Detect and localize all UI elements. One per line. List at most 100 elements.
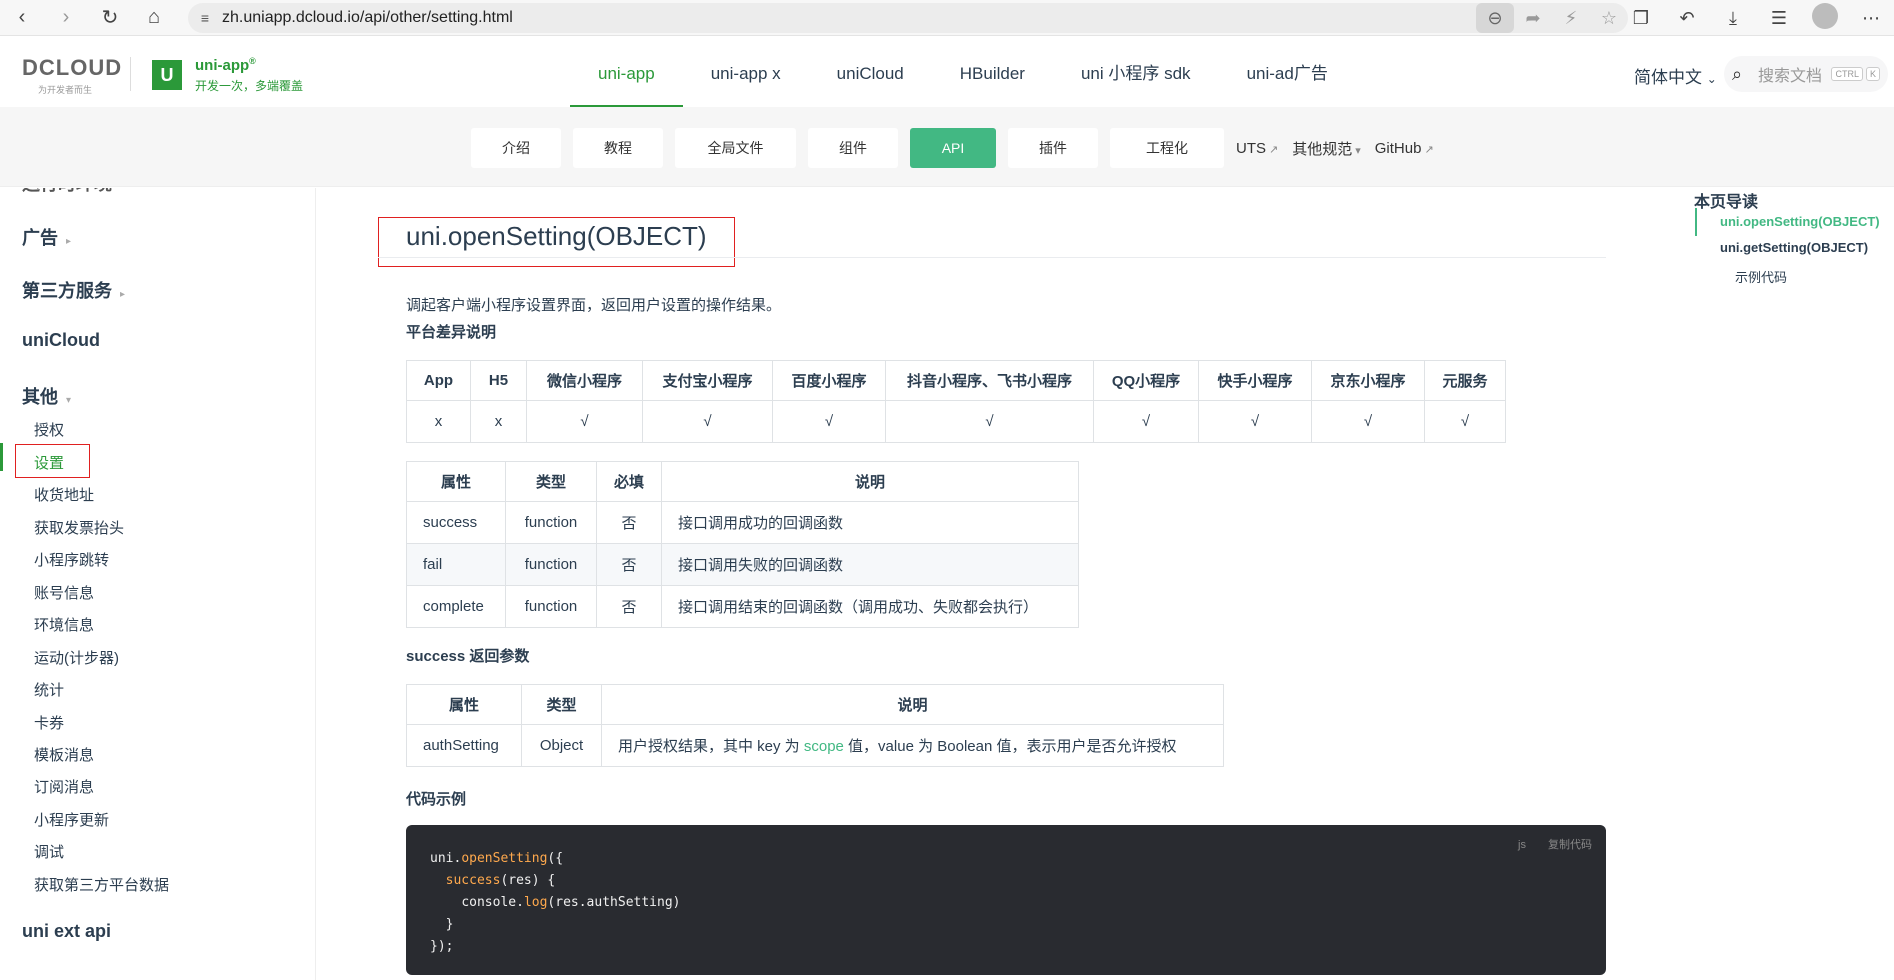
tab-api[interactable]: API xyxy=(910,128,996,168)
dcloud-logo-text: DCLOUD xyxy=(22,55,123,80)
code-token: }); xyxy=(430,939,454,954)
sidebar-group-third-party[interactable]: 第三方服务 ▸ xyxy=(22,277,125,303)
sidebar-item-subscribe-msg[interactable]: 订阅消息 xyxy=(34,776,94,797)
code-heading: 代码示例 xyxy=(406,791,467,808)
logo-divider xyxy=(130,57,131,91)
chevron-down-icon: ⌄ xyxy=(1706,72,1717,86)
code-token: } xyxy=(445,917,454,932)
address-bar[interactable]: ≡ zh.uniapp.dcloud.io/api/other/setting.… xyxy=(188,3,1628,33)
home-icon[interactable]: ⌂ xyxy=(132,0,176,36)
table-header: 属性 xyxy=(406,684,522,725)
toc-item-example[interactable]: 示例代码 xyxy=(1735,267,1787,286)
table-header: 元服务 xyxy=(1424,360,1506,401)
extensions-icon[interactable]: ❐ xyxy=(1618,8,1664,29)
reload-icon[interactable]: ↻ xyxy=(88,0,132,36)
table-row: x x √ √ √ √ √ √ √ √ xyxy=(406,400,1506,443)
sidebar-group-other[interactable]: 其他 ▾ xyxy=(22,383,71,409)
table-cell: function xyxy=(505,501,597,544)
tab-components[interactable]: 组件 xyxy=(808,128,898,168)
share-icon[interactable]: ➦ xyxy=(1514,3,1552,33)
table-header: H5 xyxy=(470,360,527,401)
profile-avatar[interactable] xyxy=(1802,2,1848,34)
uni-app-logo-icon[interactable]: U xyxy=(152,60,182,90)
copy-code-button[interactable]: 复制代码 xyxy=(1548,834,1592,856)
nav-mini-sdk[interactable]: uni 小程序 sdk xyxy=(1053,37,1219,107)
nav-uni-app[interactable]: uni-app xyxy=(570,37,683,107)
code-line: console.log(res.authSetting) xyxy=(430,892,1582,914)
sidebar-item-navigate[interactable]: 小程序跳转 xyxy=(34,549,109,570)
inline-code: scope xyxy=(803,738,844,755)
tab-global-files[interactable]: 全局文件 xyxy=(675,128,796,168)
sidebar-item-card[interactable]: 卡券 xyxy=(34,712,64,733)
tab-plugins[interactable]: 插件 xyxy=(1008,128,1098,168)
sidebar-item-template-msg[interactable]: 模板消息 xyxy=(34,744,94,765)
link-github-label: GitHub xyxy=(1374,139,1422,157)
toc-item-get-setting[interactable]: uni.getSetting(OBJECT) xyxy=(1720,240,1868,255)
sidebar-group-ads[interactable]: 广告 ▸ xyxy=(22,224,71,250)
link-other-specs[interactable]: 其他规范 ▾ xyxy=(1292,138,1361,159)
tab-engineering[interactable]: 工程化 xyxy=(1110,128,1224,168)
table-cell: Object xyxy=(521,724,602,767)
bolt-icon[interactable]: ⚡ xyxy=(1552,3,1590,33)
link-github[interactable]: GitHub ↗ xyxy=(1375,140,1434,157)
table-cell: 接口调用失败的回调函数 xyxy=(661,543,1079,586)
platform-table: App H5 微信小程序 支付宝小程序 百度小程序 抖音小程序、飞书小程序 QQ… xyxy=(406,360,1506,443)
sidebar-item-update[interactable]: 小程序更新 xyxy=(34,809,109,830)
table-header: 类型 xyxy=(505,461,597,502)
kbd-ctrl: CTRL xyxy=(1831,67,1863,81)
code-lang: js xyxy=(1518,839,1526,851)
nav-uni-app-x[interactable]: uni-app x xyxy=(683,37,809,107)
sub-nav: 介绍 教程 全局文件 组件 API 插件 工程化 UTS ↗ 其他规范 ▾ GitH… xyxy=(0,107,1894,187)
forward-icon[interactable]: › xyxy=(44,0,88,36)
dcloud-tagline: 为开发者而生 xyxy=(38,85,93,95)
search-icon: ⌕ xyxy=(1732,63,1743,84)
download-icon[interactable]: ⤓ xyxy=(1710,8,1756,29)
code-token: (res) { xyxy=(500,873,556,888)
code-line: success(res) { xyxy=(430,870,1582,892)
sidebar-group-label: 广告 xyxy=(22,228,58,248)
sidebar-item-settings[interactable]: 设置 xyxy=(34,452,64,473)
kbd-k: K xyxy=(1865,67,1880,81)
sidebar-item-account[interactable]: 账号信息 xyxy=(34,582,94,603)
table-header: 京东小程序 xyxy=(1311,360,1425,401)
nav-uni-ad[interactable]: uni-ad广告 xyxy=(1219,37,1356,107)
sidebar-item-address[interactable]: 收货地址 xyxy=(34,484,94,505)
dcloud-logo[interactable]: DCLOUD xyxy=(22,55,122,81)
caret-down-icon: ▾ xyxy=(1355,144,1361,157)
product-name[interactable]: uni-app® xyxy=(195,56,256,74)
search-input[interactable]: ⌕ 搜索文档 CTRL K xyxy=(1724,56,1888,92)
desc-text: 值，value 为 Boolean 值，表示用户是否允许授权 xyxy=(843,738,1177,755)
sidebar-item-third-party-data[interactable]: 获取第三方平台数据 xyxy=(34,874,169,895)
language-selector[interactable]: 简体中文 ⌄ xyxy=(1634,63,1717,88)
sidebar-item-env[interactable]: 环境信息 xyxy=(34,614,94,635)
sidebar-group-cut[interactable]: 运行时环境 xyxy=(22,188,112,196)
code-block[interactable]: js 复制代码 uni.openSetting({ success(res) {… xyxy=(406,825,1606,975)
browser-toolbar: ‹ › ↻ ⌂ ≡ zh.uniapp.dcloud.io/api/other/… xyxy=(0,0,1894,36)
sidebar-group-ext-api[interactable]: uni ext api xyxy=(22,921,111,942)
nav-unicloud[interactable]: uniCloud xyxy=(809,37,932,107)
table-header: 支付宝小程序 xyxy=(642,360,773,401)
sidebar-group-unicloud[interactable]: uniCloud xyxy=(22,330,100,351)
back-icon[interactable]: ‹ xyxy=(0,0,44,36)
desc-text: 用户授权结果，其中 key 为 xyxy=(618,738,804,755)
tab-tutorial[interactable]: 教程 xyxy=(573,128,663,168)
tab-intro[interactable]: 介绍 xyxy=(471,128,561,168)
sidebar-item-invoice[interactable]: 获取发票抬头 xyxy=(34,517,124,538)
table-header: 抖音小程序、飞书小程序 xyxy=(885,360,1094,401)
sidebar-item-pedometer[interactable]: 运动(计步器) xyxy=(34,647,119,668)
more-icon[interactable]: ⋯ xyxy=(1848,8,1894,29)
toc-item-open-setting[interactable]: uni.openSetting(OBJECT) xyxy=(1720,214,1880,229)
table-cell: √ xyxy=(772,400,886,443)
history-icon[interactable]: ↶ xyxy=(1664,8,1710,29)
table-cell: √ xyxy=(1198,400,1312,443)
sidebar-item-debug[interactable]: 调试 xyxy=(34,841,64,862)
collections-icon[interactable]: ☰ xyxy=(1756,8,1802,29)
nav-hbuilder[interactable]: HBuilder xyxy=(932,37,1053,107)
site-info-icon[interactable]: ≡ xyxy=(188,10,222,26)
link-uts[interactable]: UTS ↗ xyxy=(1236,140,1278,157)
zoom-icon[interactable]: ⊖ xyxy=(1476,3,1514,33)
code-token: openSetting xyxy=(461,851,548,866)
url-text[interactable]: zh.uniapp.dcloud.io/api/other/setting.ht… xyxy=(222,9,1476,27)
sidebar-item-auth[interactable]: 授权 xyxy=(34,419,64,440)
sidebar-item-stats[interactable]: 统计 xyxy=(34,679,64,700)
